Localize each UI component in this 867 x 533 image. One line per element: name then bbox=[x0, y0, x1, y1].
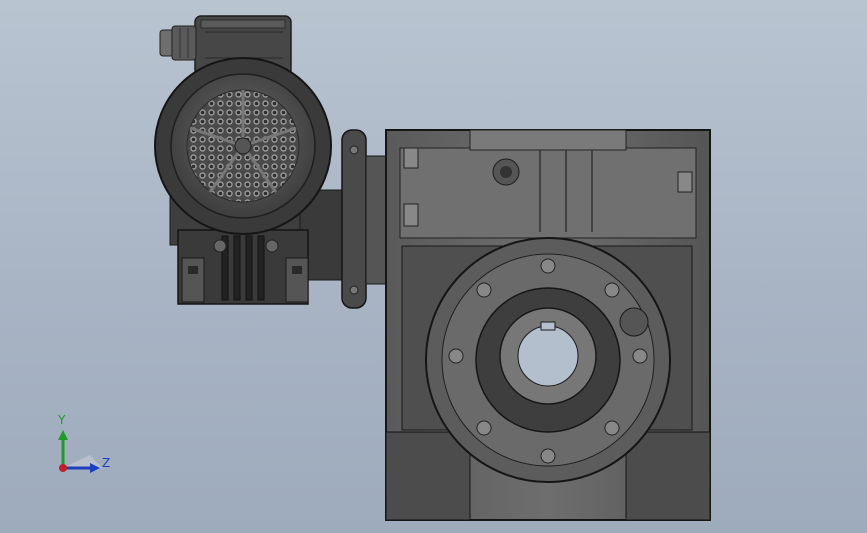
gear-motor-model[interactable] bbox=[0, 0, 867, 533]
motor-foot-bracket[interactable] bbox=[177, 229, 309, 305]
triad-z-label: Z bbox=[102, 456, 111, 470]
cad-viewport[interactable]: Y Z bbox=[0, 0, 867, 533]
adapter-flange[interactable] bbox=[341, 129, 391, 309]
triad-y-label: Y bbox=[58, 413, 66, 427]
coordinate-triad: Y Z bbox=[50, 410, 120, 480]
motor-fan-cover[interactable] bbox=[154, 57, 332, 235]
cable-gland[interactable] bbox=[159, 25, 197, 61]
output-shaft-bore[interactable] bbox=[499, 307, 597, 405]
